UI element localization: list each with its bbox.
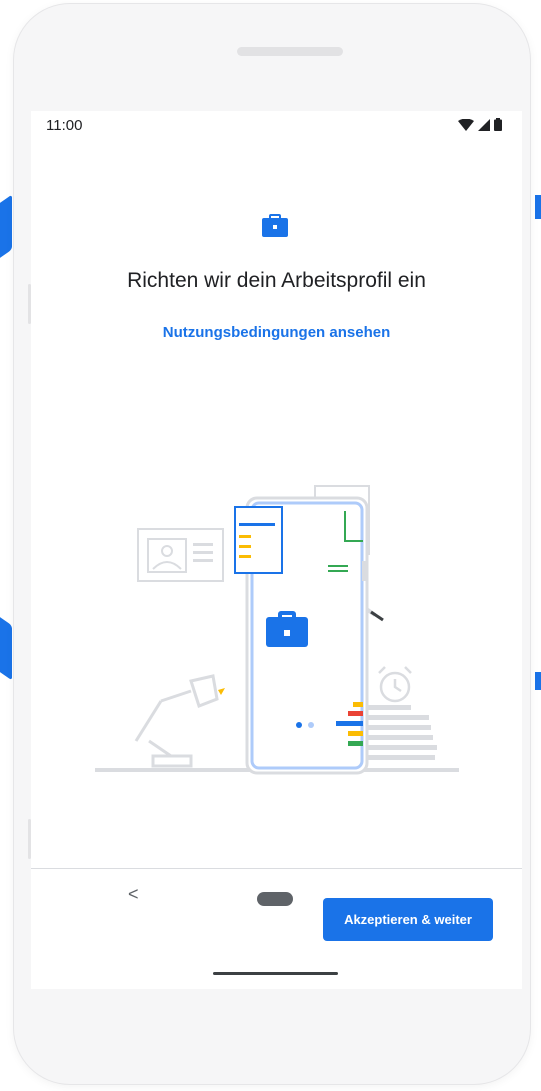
nav-divider — [31, 868, 522, 869]
checklist-card-graphic — [234, 506, 283, 574]
id-card-graphic — [137, 528, 224, 582]
accept-continue-button[interactable]: Akzeptieren & weiter — [323, 898, 493, 941]
terms-link[interactable]: Nutzungsbedingungen ansehen — [31, 324, 522, 341]
phone-speaker — [237, 47, 343, 56]
page-indicator-dot — [308, 722, 314, 728]
status-time: 11:00 — [46, 117, 83, 134]
decor-blue-shape-right-bottom — [535, 672, 541, 690]
cell-signal-icon — [478, 118, 490, 131]
page-indicator-dot-active — [296, 722, 302, 728]
battery-icon — [494, 118, 502, 131]
home-button[interactable] — [257, 892, 293, 906]
decor-blue-shape-right-top — [535, 195, 541, 219]
lamp-light — [218, 688, 225, 695]
gesture-bar[interactable] — [213, 972, 338, 975]
status-icons — [458, 118, 502, 131]
green-accent-line — [328, 565, 348, 567]
alarm-clock-icon — [378, 666, 412, 703]
page-title: Richten wir dein Arbeitsprofil ein — [127, 269, 426, 292]
decor-blue-shape-left-top — [0, 194, 12, 271]
wifi-icon — [458, 118, 474, 131]
work-profile-illustration — [95, 485, 459, 775]
phone-screen: 11:00 Richten wir dein Arbeitsprofil ein… — [31, 111, 522, 989]
green-accent-line — [328, 570, 348, 572]
desk-lamp-graphic — [134, 674, 219, 768]
briefcase-icon — [262, 214, 288, 237]
decor-blue-shape-left-bottom — [0, 604, 12, 681]
back-button[interactable]: < — [128, 884, 139, 905]
